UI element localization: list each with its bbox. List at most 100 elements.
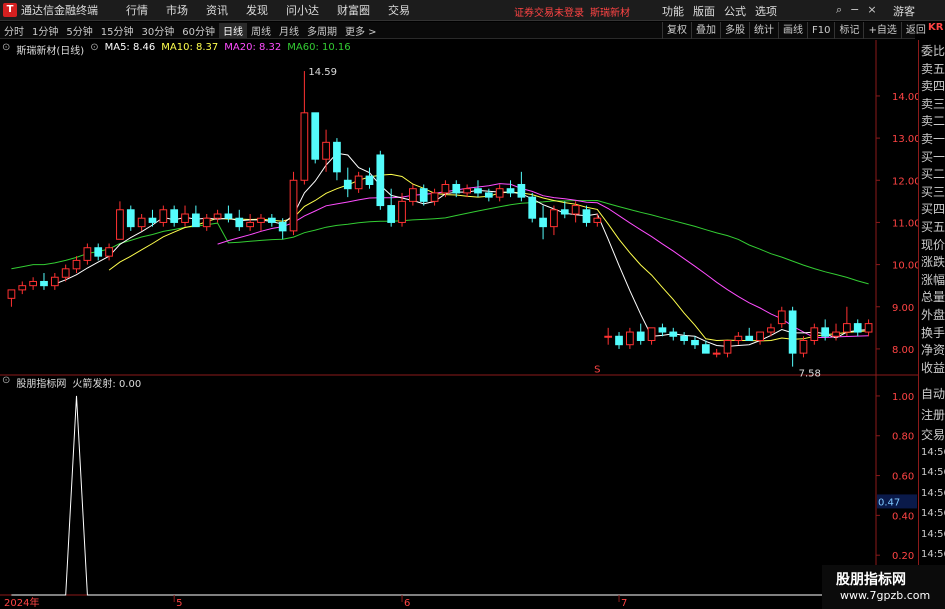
chart-area[interactable]: 14.00 13.00 12.00 11.00 10.00 9.00 8.00 14.59 7.… xyxy=(0,40,918,609)
candle-body xyxy=(354,175,363,190)
minimize-icon[interactable]: − xyxy=(850,3,859,17)
guest-label[interactable]: 游客 xyxy=(893,3,915,19)
toolbar-button[interactable]: 复权 xyxy=(662,22,691,39)
period-tab[interactable]: 周线 xyxy=(247,23,275,38)
close-icon[interactable]: × xyxy=(867,3,876,17)
chart-toolbar: 复权 叠加 多股 统计 画线 F10 标记 +自选 返回 xyxy=(662,22,930,39)
price-tick-label: 14.00 xyxy=(892,92,918,103)
period-tab[interactable]: 分时 xyxy=(0,23,28,38)
period-tab[interactable]: 5分钟 xyxy=(62,23,96,38)
quote-label: 交易 xyxy=(921,428,945,442)
toolbar-button[interactable]: 标记 xyxy=(834,22,863,39)
quote-label: 换手 xyxy=(921,325,945,340)
quote-label: 总量 xyxy=(921,290,945,305)
quote-label: 涨幅 xyxy=(921,272,945,287)
candle-body xyxy=(843,323,851,333)
menu-bar: T 通达信金融终端 行情 市场 资讯 发现 问小达 财富圈 交易 证券交易未登录 斯瑞新材 … xyxy=(0,0,945,21)
period-tab[interactable]: 30分钟 xyxy=(137,23,178,38)
menu-item[interactable]: 问小达 xyxy=(277,2,328,18)
quote-label: 卖四 xyxy=(921,79,945,94)
quote-label: 现价 xyxy=(921,237,945,252)
settings-icon[interactable]: ⊙ xyxy=(2,375,10,390)
period-tab[interactable]: 日线 xyxy=(218,22,247,38)
quote-label: 买一 xyxy=(921,149,945,164)
toolbar-button[interactable]: 多股 xyxy=(720,22,749,39)
toolbar-button[interactable]: 叠加 xyxy=(691,22,720,39)
candle-body xyxy=(571,205,580,215)
candle-body xyxy=(604,335,613,338)
candle-body xyxy=(745,335,754,341)
toolbar-button[interactable]: 返回 xyxy=(900,22,930,39)
legend-ma5: MA5: 8.46 xyxy=(104,42,156,53)
candle-body xyxy=(853,323,862,333)
quote-label: 14:56 xyxy=(921,487,945,499)
candle-body xyxy=(788,310,797,354)
candle-body xyxy=(7,289,16,299)
candle-body xyxy=(658,327,667,333)
menu-item[interactable]: 发现 xyxy=(237,2,277,18)
candle-body xyxy=(267,217,276,223)
candle-body xyxy=(202,217,211,228)
quote-label: 卖五 xyxy=(921,61,945,76)
search-icon[interactable]: ⌕ xyxy=(836,3,842,17)
candle-body xyxy=(278,221,287,232)
candle-body xyxy=(61,268,70,278)
broker-status[interactable]: 证券交易未登录 xyxy=(514,4,584,19)
candle-body xyxy=(300,112,309,181)
toolbar-button[interactable]: 统计 xyxy=(749,22,778,39)
app-logo-icon: T xyxy=(3,3,17,17)
legend-ma60: MA60: 10.16 xyxy=(287,42,351,53)
candle-body xyxy=(734,335,743,341)
watermark: 股朋指标网 www.7gpzb.com xyxy=(822,565,945,609)
candle-body xyxy=(767,327,775,333)
main-legend: ⊙ 斯瑞新材(日线) ⊙ MA5: 8.46 MA10: 8.37 MA20: … xyxy=(2,42,351,57)
quote-label: 卖一 xyxy=(921,132,945,146)
candle-body xyxy=(387,205,396,223)
candle-body xyxy=(680,335,688,341)
right-menu-item[interactable]: 功能 xyxy=(662,3,684,19)
right-menu-item[interactable]: 版面 xyxy=(693,3,715,19)
candle-body xyxy=(495,188,504,198)
candle-body xyxy=(821,327,830,337)
candle-body xyxy=(105,247,113,257)
settings-icon[interactable]: ⊙ xyxy=(90,42,98,57)
menu-item[interactable]: 市场 xyxy=(157,2,197,18)
period-tab[interactable]: 60分钟 xyxy=(178,23,219,38)
candle-body xyxy=(50,276,59,287)
menu-item[interactable]: 资讯 xyxy=(197,2,237,18)
toolbar-button[interactable]: +自选 xyxy=(863,22,900,39)
candle-body xyxy=(213,213,222,219)
period-tab[interactable]: 1分钟 xyxy=(28,23,62,38)
app-title: 通达信金融终端 xyxy=(21,4,98,17)
candle-body xyxy=(235,217,244,228)
candle-body xyxy=(246,221,254,228)
quote-label: 买四 xyxy=(921,202,945,217)
candle-body xyxy=(419,188,428,202)
candle-body xyxy=(409,188,417,202)
period-tab[interactable]: 多周期 xyxy=(303,23,341,38)
price-tick-label: 9.00 xyxy=(892,303,914,314)
menu-item[interactable]: 交易 xyxy=(379,2,419,18)
period-tab[interactable]: 更多 > xyxy=(341,23,381,38)
quote-label: 14:56 xyxy=(921,467,945,478)
menu-item[interactable]: 行情 xyxy=(117,2,157,18)
quote-label: 自动 xyxy=(921,387,945,401)
right-menu-item[interactable]: 选项 xyxy=(755,3,777,19)
right-menu-item[interactable]: 公式 xyxy=(724,3,746,19)
quote-label: 收益 xyxy=(921,360,945,375)
quote-label: 14:56 xyxy=(921,549,945,560)
date-label: 2024年 xyxy=(4,596,39,609)
period-tab[interactable]: 15分钟 xyxy=(97,23,138,38)
toolbar-button[interactable]: 画线 xyxy=(778,22,807,39)
settings-icon[interactable]: ⊙ xyxy=(2,42,10,57)
quote-label: 14:56 xyxy=(921,528,945,540)
price-tick-label: 8.00 xyxy=(892,345,914,356)
candle-body xyxy=(289,179,298,232)
candle-body xyxy=(430,192,439,202)
toolbar-button[interactable]: F10 xyxy=(807,22,834,39)
candle-body xyxy=(636,331,645,341)
candle-body xyxy=(582,209,591,223)
menu-item[interactable]: 财富圈 xyxy=(328,2,379,18)
period-tab[interactable]: 月线 xyxy=(275,23,303,38)
main-menu: 行情 市场 资讯 发现 问小达 财富圈 交易 xyxy=(117,2,419,18)
